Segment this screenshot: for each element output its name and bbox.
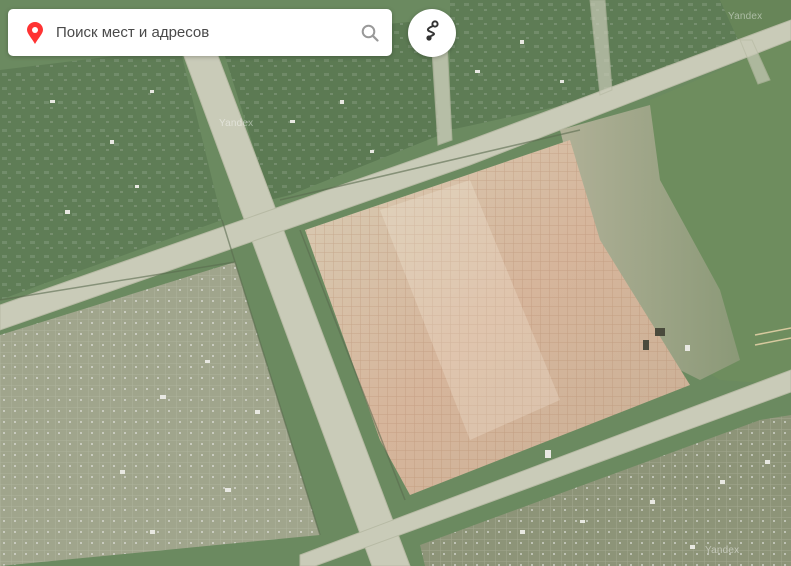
route-icon — [422, 19, 442, 47]
satellite-imagery[interactable] — [0, 0, 791, 566]
search-icon[interactable] — [348, 9, 392, 56]
route-button[interactable] — [408, 9, 456, 57]
search-input[interactable] — [50, 9, 348, 56]
satellite-map[interactable]: Yandex Yandex Yandex — [0, 0, 791, 566]
search-bar — [8, 9, 392, 56]
location-pin-icon — [20, 9, 50, 56]
